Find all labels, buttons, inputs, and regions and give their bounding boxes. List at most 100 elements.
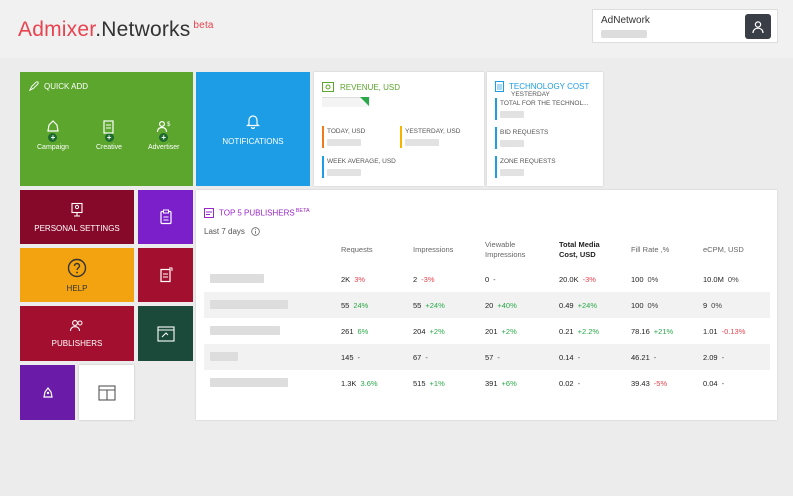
notifications-tile[interactable]: NOTIFICATIONS bbox=[196, 72, 310, 186]
publisher-name-redacted[interactable] bbox=[210, 378, 288, 387]
table-cell: 100 0% bbox=[631, 301, 658, 310]
publishers-tile[interactable]: PUBLISHERS bbox=[20, 306, 134, 361]
cell-value: 391 bbox=[485, 379, 498, 388]
creatives-tile[interactable] bbox=[138, 248, 193, 302]
cell-value: 9 bbox=[703, 301, 708, 310]
revenue-title: REVENUE, USD bbox=[340, 82, 401, 92]
table-cell: 0.14- bbox=[559, 353, 580, 362]
cell-value: 0.04 bbox=[703, 379, 718, 388]
publisher-name-redacted[interactable] bbox=[210, 274, 264, 283]
creative-icon bbox=[103, 120, 114, 134]
quick-add-creative[interactable]: + Creative bbox=[96, 118, 122, 151]
cell-delta: 3.6% bbox=[360, 379, 378, 388]
table-cell: 78.16 +21% bbox=[631, 327, 673, 336]
table-cell: 0.21 +2.2% bbox=[559, 327, 599, 336]
period-selector[interactable]: Last 7 days bbox=[204, 227, 260, 236]
cell-value: 100 bbox=[631, 301, 644, 310]
table-row[interactable]: 261 6% 204 +2% 201 +2% 0.21 +2.2% 78.16 +21% 1.01-… bbox=[204, 318, 770, 344]
table-row[interactable]: 145-67-57-0.14-46.21-2.09- bbox=[204, 344, 770, 370]
table-cell: 201 +2% bbox=[485, 327, 517, 336]
table-cell: 0.02- bbox=[559, 379, 580, 388]
cell-value: 1.3K bbox=[341, 379, 357, 388]
cell-value: 46.21 bbox=[631, 353, 650, 362]
cell-delta: - bbox=[425, 353, 428, 362]
help-tile[interactable]: HELP bbox=[20, 248, 134, 302]
cell-value: 39.43 bbox=[631, 379, 650, 388]
creative-edit-icon bbox=[159, 267, 172, 283]
cell-delta: - bbox=[497, 353, 500, 362]
cell-value: 67 bbox=[413, 353, 422, 362]
cell-value: 515 bbox=[413, 379, 426, 388]
cell-delta: 0% bbox=[647, 301, 659, 310]
cell-value: 0.14 bbox=[559, 353, 574, 362]
cell-delta: - bbox=[357, 353, 361, 362]
cell-value: 0.49 bbox=[559, 301, 574, 310]
cell-delta: - bbox=[653, 353, 657, 362]
notifications-label: NOTIFICATIONS bbox=[222, 136, 284, 146]
publisher-name-redacted[interactable] bbox=[210, 300, 288, 309]
cell-value: 55 bbox=[341, 301, 350, 310]
cell-delta: 3% bbox=[354, 275, 366, 284]
quick-add-campaign[interactable]: + Campaign bbox=[37, 118, 69, 151]
clipboard-tile[interactable] bbox=[138, 190, 193, 244]
table-cell: 9 0% bbox=[703, 301, 722, 310]
revenue-card[interactable]: REVENUE, USD TODAY, USD YESTERDAY, USD W… bbox=[314, 72, 484, 186]
personal-settings-label: PERSONAL SETTINGS bbox=[34, 223, 120, 233]
cell-delta: - bbox=[493, 275, 496, 284]
technology-cost-card[interactable]: TECHNOLOGY COST YESTERDAY TOTAL FOR THE … bbox=[487, 72, 603, 186]
table-cell: 204 +2% bbox=[413, 327, 445, 336]
table-row[interactable]: 1.3K 3.6% 515 +1% 391 +6% 0.02-39.43 -5% 0.04- bbox=[204, 370, 770, 396]
table-row[interactable]: 2K 3% 2 -3% 0-20.0K -3% 100 0% 10.0M 0% bbox=[204, 266, 770, 292]
table-cell: 515 +1% bbox=[413, 379, 445, 388]
cell-value: 0.21 bbox=[559, 327, 574, 336]
publisher-name-redacted[interactable] bbox=[210, 352, 238, 361]
today-revenue: TODAY, USD bbox=[322, 126, 365, 148]
document-icon bbox=[495, 81, 504, 92]
user-menu-button[interactable] bbox=[745, 14, 771, 39]
table-cell: 391 +6% bbox=[485, 379, 517, 388]
campaign-icon bbox=[42, 386, 53, 398]
cell-delta: - bbox=[721, 379, 725, 388]
zones-tile[interactable] bbox=[138, 306, 193, 361]
cell-value: 2 bbox=[413, 275, 418, 284]
corner-flag-icon bbox=[360, 97, 369, 106]
layout-icon bbox=[97, 384, 116, 401]
brand-suffix: .Networks bbox=[95, 18, 191, 41]
table-cell: 10.0M 0% bbox=[703, 275, 739, 284]
zone-requests-stat: ZONE REQUESTS bbox=[495, 156, 556, 178]
cell-delta: -3% bbox=[421, 275, 435, 284]
tech-total-stat: TOTAL FOR THE TECHNOL... bbox=[495, 98, 589, 120]
period-label: Last 7 days bbox=[204, 227, 245, 236]
column-header[interactable]: Fill Rate ,% bbox=[631, 245, 669, 255]
quick-add-advertiser[interactable]: $ + Advertiser bbox=[148, 118, 180, 151]
cell-delta: 0% bbox=[711, 301, 723, 310]
brand-logo[interactable]: Admixer.Networks beta bbox=[18, 18, 214, 42]
help-icon bbox=[67, 258, 87, 277]
cell-value: 100 bbox=[631, 275, 644, 284]
cell-value: 20.0K bbox=[559, 275, 579, 284]
column-header[interactable]: Total Media Cost, USD bbox=[559, 240, 619, 260]
publisher-name-redacted[interactable] bbox=[210, 326, 280, 335]
personal-settings-tile[interactable]: PERSONAL SETTINGS bbox=[20, 190, 134, 244]
campaigns-tile[interactable] bbox=[20, 365, 75, 420]
cell-delta: +2% bbox=[429, 327, 445, 336]
account-panel[interactable]: AdNetwork bbox=[592, 9, 778, 43]
column-header[interactable]: eCPM, USD bbox=[703, 245, 744, 255]
cell-delta: +2.2% bbox=[577, 327, 600, 336]
column-header[interactable]: Impressions bbox=[413, 245, 453, 255]
column-header[interactable]: Requests bbox=[341, 245, 373, 255]
cell-delta: +24% bbox=[425, 301, 445, 310]
cell-delta: - bbox=[721, 353, 725, 362]
cell-value: 55 bbox=[413, 301, 422, 310]
table-cell: 100 0% bbox=[631, 275, 658, 284]
layout-tile[interactable] bbox=[79, 365, 134, 420]
table-cell: 2 -3% bbox=[413, 275, 435, 284]
info-icon[interactable] bbox=[251, 227, 260, 236]
account-name: AdNetwork bbox=[601, 15, 650, 26]
table-cell: 2.09- bbox=[703, 353, 724, 362]
column-header[interactable]: Viewable Impressions bbox=[485, 240, 547, 260]
table-cell: 0- bbox=[485, 275, 496, 284]
cell-value: 2.09 bbox=[703, 353, 718, 362]
table-cell: 2K 3% bbox=[341, 275, 365, 284]
table-row[interactable]: 55 24% 55 +24% 20 +40% 0.49 +24% 100 0% 9 0% bbox=[204, 292, 770, 318]
